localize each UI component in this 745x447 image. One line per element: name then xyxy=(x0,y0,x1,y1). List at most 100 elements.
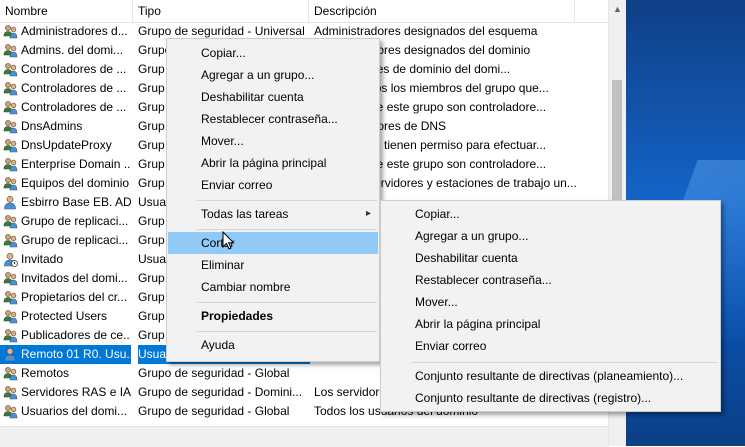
cell-name[interactable]: DnsAdmins xyxy=(0,117,131,136)
menu-separator xyxy=(197,302,377,303)
cell-name[interactable]: Remotos xyxy=(0,364,131,383)
cell-name[interactable]: Admins. del domi... xyxy=(0,41,131,60)
submenu-open-home-page[interactable]: Abrir la página principal xyxy=(382,313,719,335)
cell-name-text: Esbirro Base EB. AD xyxy=(21,195,131,209)
group-icon xyxy=(3,62,18,77)
submenu-rsop-planning[interactable]: Conjunto resultante de directivas (plane… xyxy=(382,365,719,387)
group-icon xyxy=(3,138,18,153)
column-description[interactable]: Descripción xyxy=(309,0,575,22)
user-disabled-icon xyxy=(3,252,18,267)
group-icon xyxy=(3,43,18,58)
cell-name[interactable]: Propietarios del cr... xyxy=(0,288,131,307)
submenu-copy[interactable]: Copiar... xyxy=(382,203,719,225)
group-icon xyxy=(3,366,18,381)
cell-name[interactable]: Usuarios del domi... xyxy=(0,402,131,421)
menu-properties[interactable]: Propiedades xyxy=(168,305,378,327)
menu-separator xyxy=(197,200,377,201)
group-icon xyxy=(3,24,18,39)
cell-name-text: Remotos xyxy=(21,366,70,380)
cell-name-text: Remoto 01 R0. Usu... xyxy=(21,347,131,361)
cell-name[interactable]: Controladores de ... xyxy=(0,98,131,117)
cell-name[interactable]: Controladores de ... xyxy=(0,60,131,79)
cell-name[interactable]: DnsUpdateProxy xyxy=(0,136,131,155)
group-icon xyxy=(3,233,18,248)
group-icon xyxy=(3,328,18,343)
cell-type: Grupo de seguridad - Global xyxy=(138,404,290,418)
cell-name-text: Protected Users xyxy=(21,309,108,323)
menu-move[interactable]: Mover... xyxy=(168,130,378,152)
cell-name-text: Controladores de ... xyxy=(21,81,127,95)
submenu-add-to-group[interactable]: Agregar a un grupo... xyxy=(382,225,719,247)
menu-reset-password[interactable]: Restablecer contraseña... xyxy=(168,108,378,130)
group-icon xyxy=(3,81,18,96)
submenu-rsop-logging[interactable]: Conjunto resultante de directivas (regis… xyxy=(382,387,719,409)
scroll-up-icon[interactable]: ▲ xyxy=(613,4,622,14)
submenu-reset-password[interactable]: Restablecer contraseña... xyxy=(382,269,719,291)
submenu-separator xyxy=(411,362,718,363)
cell-name[interactable]: Esbirro Base EB. AD xyxy=(0,193,131,212)
cell-name-text: Equipos del dominio xyxy=(21,176,130,190)
cell-name[interactable]: Servidores RAS e IAS xyxy=(0,383,131,402)
group-icon xyxy=(3,290,18,305)
cell-type: Grupo de seguridad - Global xyxy=(138,366,290,380)
group-icon xyxy=(3,309,18,324)
column-header: Nombre Tipo Descripción xyxy=(0,0,608,23)
cell-name[interactable]: Grupo de replicaci... xyxy=(0,212,131,231)
cell-name[interactable]: Grupo de replicaci... xyxy=(0,231,131,250)
submenu-send-mail[interactable]: Enviar correo xyxy=(382,335,719,357)
group-icon xyxy=(3,176,18,191)
group-icon xyxy=(3,157,18,172)
horizontal-scrollbar[interactable] xyxy=(0,426,608,447)
cell-name-text: Controladores de ... xyxy=(21,100,127,114)
cell-name-text: Publicadores de ce... xyxy=(21,328,131,342)
user-icon xyxy=(3,347,18,362)
menu-all-tasks-label: Todas las tareas xyxy=(201,207,289,221)
menu-send-mail[interactable]: Enviar correo xyxy=(168,174,378,196)
user-icon xyxy=(3,195,18,210)
cell-name-text: Usuarios del domi... xyxy=(21,404,128,418)
cell-name-text: Grupo de replicaci... xyxy=(21,214,129,228)
cell-name-text: Invitados del domi... xyxy=(21,271,128,285)
cell-name-text: Enterprise Domain ... xyxy=(21,157,131,171)
cell-name-text: Admins. del domi... xyxy=(21,43,124,57)
cell-name[interactable]: Administradores d... xyxy=(0,22,131,41)
menu-disable-account[interactable]: Deshabilitar cuenta xyxy=(168,86,378,108)
submenu-disable-account[interactable]: Deshabilitar cuenta xyxy=(382,247,719,269)
group-icon xyxy=(3,271,18,286)
cell-name-text: Controladores de ... xyxy=(21,62,127,76)
cell-name[interactable]: Equipos del dominio xyxy=(0,174,131,193)
cell-name[interactable]: Invitado xyxy=(0,250,131,269)
cell-name[interactable]: Controladores de ... xyxy=(0,79,131,98)
group-icon xyxy=(3,100,18,115)
group-icon xyxy=(3,404,18,419)
column-type[interactable]: Tipo xyxy=(133,0,309,22)
group-icon xyxy=(3,385,18,400)
group-icon xyxy=(3,119,18,134)
cell-type: Grupo de seguridad - Domini... xyxy=(138,385,303,399)
cell-name-text: Servidores RAS e IAS xyxy=(21,385,131,399)
cell-name-text: DnsAdmins xyxy=(21,119,83,133)
cell-name-text: DnsUpdateProxy xyxy=(21,138,112,152)
cell-name[interactable]: Invitados del domi... xyxy=(0,269,131,288)
cell-name[interactable]: Remoto 01 R0. Usu... xyxy=(0,345,131,364)
menu-open-home-page[interactable]: Abrir la página principal xyxy=(168,152,378,174)
menu-separator xyxy=(197,331,377,332)
column-name[interactable]: Nombre xyxy=(0,0,133,22)
menu-cut[interactable]: Cortar xyxy=(168,232,378,254)
cell-name-text: Grupo de replicaci... xyxy=(21,233,129,247)
all-tasks-submenu: Copiar... Agregar a un grupo... Deshabil… xyxy=(380,200,721,412)
mouse-pointer-icon xyxy=(222,231,235,250)
cell-name[interactable]: Enterprise Domain ... xyxy=(0,155,131,174)
menu-add-to-group[interactable]: Agregar a un grupo... xyxy=(168,64,378,86)
group-icon xyxy=(3,214,18,229)
submenu-move[interactable]: Mover... xyxy=(382,291,719,313)
menu-copy[interactable]: Copiar... xyxy=(168,42,378,64)
cell-name-text: Propietarios del cr... xyxy=(21,290,128,304)
menu-rename[interactable]: Cambiar nombre xyxy=(168,276,378,298)
cell-name[interactable]: Publicadores de ce... xyxy=(0,326,131,345)
menu-all-tasks[interactable]: Todas las tareas ▸ xyxy=(168,203,378,225)
menu-delete[interactable]: Eliminar xyxy=(168,254,378,276)
cell-name[interactable]: Protected Users xyxy=(0,307,131,326)
menu-help[interactable]: Ayuda xyxy=(168,334,378,356)
cell-name-text: Administradores d... xyxy=(21,24,128,38)
